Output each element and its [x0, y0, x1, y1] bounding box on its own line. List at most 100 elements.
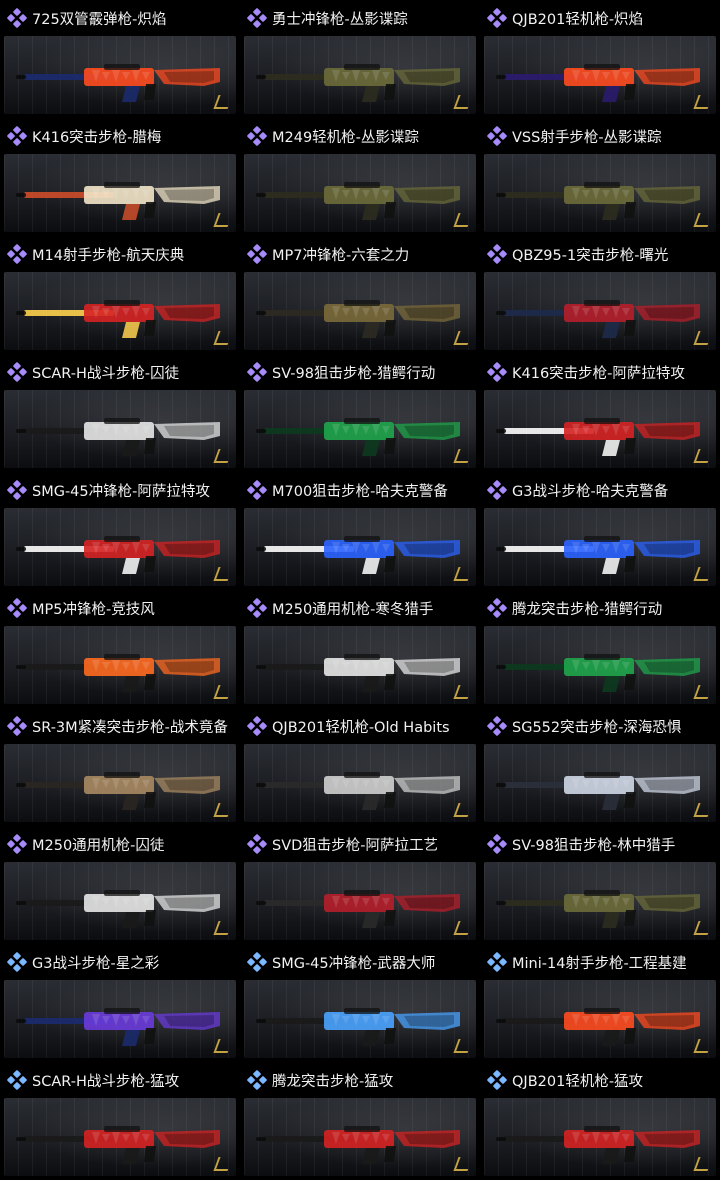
weapon-skin-card[interactable]: SV-98狙击步枪-猎鳄行动	[240, 354, 480, 472]
card-title-row: M249轻机枪-丛影谍踪	[244, 118, 476, 154]
weapon-skin-card[interactable]: G3战斗步枪-哈夫克警备	[480, 472, 720, 590]
weapon-render	[14, 1116, 226, 1166]
weapon-skin-card[interactable]: SMG-45冲锋枪-武器大师	[240, 944, 480, 1062]
weapon-preview	[244, 154, 476, 232]
weapon-skin-card[interactable]: 腾龙突击步枪-猛攻	[240, 1062, 480, 1180]
purple-rarity-icon	[6, 125, 28, 147]
weapon-skin-card[interactable]: SV-98狙击步枪-林中猎手	[480, 826, 720, 944]
weapon-icon	[256, 772, 460, 810]
weapon-skin-card[interactable]: 725双管霰弹枪-炽焰	[0, 0, 240, 118]
weapon-skin-card[interactable]: Mini-14射手步枪-工程基建	[480, 944, 720, 1062]
weapon-skin-card[interactable]: M700狙击步枪-哈夫克警备	[240, 472, 480, 590]
weapon-render	[494, 526, 706, 576]
weapon-skin-name: QJB201轻机枪-猛攻	[512, 1073, 644, 1090]
purple-rarity-icon	[6, 479, 28, 501]
weapon-icon	[496, 300, 700, 338]
weapon-skin-name: MP7冲锋枪-六套之力	[272, 247, 410, 264]
weapon-preview	[484, 980, 716, 1058]
card-title-row: QJB201轻机枪-Old Habits	[244, 708, 476, 744]
purple-rarity-icon	[6, 361, 28, 383]
weapon-skin-card[interactable]: SCAR-H战斗步枪-猛攻	[0, 1062, 240, 1180]
weapon-skin-name: M700狙击步枪-哈夫克警备	[272, 483, 448, 500]
weapon-skin-card[interactable]: MP5冲锋枪-竞技风	[0, 590, 240, 708]
weapon-icon	[16, 64, 220, 102]
purple-rarity-icon	[6, 243, 28, 265]
weapon-icon	[256, 1008, 460, 1046]
purple-rarity-icon	[6, 7, 28, 29]
card-title-row: QJB201轻机枪-猛攻	[484, 1062, 716, 1098]
weapon-skin-card[interactable]: M249轻机枪-丛影谍踪	[240, 118, 480, 236]
card-title-row: SV-98狙击步枪-林中猎手	[484, 826, 716, 862]
weapon-skin-card[interactable]: K416突击步枪-腊梅	[0, 118, 240, 236]
weapon-skin-card[interactable]: K416突击步枪-阿萨拉特攻	[480, 354, 720, 472]
weapon-preview	[244, 390, 476, 468]
weapon-preview	[244, 862, 476, 940]
weapon-icon	[496, 182, 700, 220]
card-title-row: M700狙击步枪-哈夫克警备	[244, 472, 476, 508]
weapon-preview	[244, 272, 476, 350]
weapon-skin-name: SG552突击步枪-深海恐惧	[512, 719, 682, 736]
weapon-icon	[256, 64, 460, 102]
weapon-skin-name: SV-98狙击步枪-林中猎手	[512, 837, 676, 854]
weapon-preview	[244, 626, 476, 704]
weapon-skin-card[interactable]: QBZ95-1突击步枪-曙光	[480, 236, 720, 354]
purple-rarity-icon	[6, 597, 28, 619]
card-title-row: 勇士冲锋枪-丛影谍踪	[244, 0, 476, 36]
card-title-row: SCAR-H战斗步枪-囚徒	[4, 354, 236, 390]
card-title-row: M14射手步枪-航天庆典	[4, 236, 236, 272]
weapon-preview	[484, 390, 716, 468]
weapon-render	[254, 408, 466, 458]
weapon-skin-name: MP5冲锋枪-竞技风	[32, 601, 155, 618]
weapon-render	[254, 526, 466, 576]
weapon-icon	[256, 1126, 460, 1164]
weapon-render	[254, 880, 466, 930]
weapon-skin-card[interactable]: M250通用机枪-囚徒	[0, 826, 240, 944]
blue-rarity-icon	[246, 1069, 268, 1091]
card-title-row: G3战斗步枪-星之彩	[4, 944, 236, 980]
weapon-skin-name: G3战斗步枪-哈夫克警备	[512, 483, 669, 500]
weapon-skin-card[interactable]: SMG-45冲锋枪-阿萨拉特攻	[0, 472, 240, 590]
weapon-skin-card[interactable]: 勇士冲锋枪-丛影谍踪	[240, 0, 480, 118]
weapon-preview	[484, 1098, 716, 1176]
weapon-skin-name: M14射手步枪-航天庆典	[32, 247, 185, 264]
weapon-skin-card[interactable]: SVD狙击步枪-阿萨拉工艺	[240, 826, 480, 944]
weapon-skin-card[interactable]: MP7冲锋枪-六套之力	[240, 236, 480, 354]
weapon-skin-card[interactable]: QJB201轻机枪-Old Habits	[240, 708, 480, 826]
weapon-icon	[256, 418, 460, 456]
purple-rarity-icon	[486, 833, 508, 855]
weapon-render	[14, 762, 226, 812]
weapon-skin-name: SMG-45冲锋枪-阿萨拉特攻	[32, 483, 210, 500]
card-title-row: MP7冲锋枪-六套之力	[244, 236, 476, 272]
weapon-skin-card[interactable]: SCAR-H战斗步枪-囚徒	[0, 354, 240, 472]
weapon-skin-card[interactable]: VSS射手步枪-丛影谍踪	[480, 118, 720, 236]
purple-rarity-icon	[246, 479, 268, 501]
purple-rarity-icon	[246, 361, 268, 383]
weapon-preview	[4, 744, 236, 822]
weapon-render	[14, 290, 226, 340]
weapon-render	[494, 408, 706, 458]
weapon-skin-card[interactable]: 腾龙突击步枪-猎鳄行动	[480, 590, 720, 708]
weapon-skin-card[interactable]: SR-3M紧凑突击步枪-战术竟备	[0, 708, 240, 826]
weapon-skin-name: VSS射手步枪-丛影谍踪	[512, 129, 662, 146]
weapon-icon	[496, 654, 700, 692]
weapon-preview	[484, 272, 716, 350]
weapon-icon	[256, 654, 460, 692]
weapon-skin-card[interactable]: M250通用机枪-寒冬猎手	[240, 590, 480, 708]
weapon-skin-card[interactable]: G3战斗步枪-星之彩	[0, 944, 240, 1062]
weapon-skin-card[interactable]: QJB201轻机枪-炽焰	[480, 0, 720, 118]
card-title-row: SV-98狙击步枪-猎鳄行动	[244, 354, 476, 390]
weapon-render	[14, 408, 226, 458]
weapon-skin-name: K416突击步枪-腊梅	[32, 129, 162, 146]
weapon-preview	[244, 36, 476, 114]
weapon-icon	[16, 1126, 220, 1164]
card-title-row: SCAR-H战斗步枪-猛攻	[4, 1062, 236, 1098]
card-title-row: K416突击步枪-阿萨拉特攻	[484, 354, 716, 390]
weapon-skin-card[interactable]: M14射手步枪-航天庆典	[0, 236, 240, 354]
weapon-skin-name: QJB201轻机枪-炽焰	[512, 11, 644, 28]
weapon-render	[14, 644, 226, 694]
weapon-skin-card[interactable]: SG552突击步枪-深海恐惧	[480, 708, 720, 826]
weapon-skin-card[interactable]: QJB201轻机枪-猛攻	[480, 1062, 720, 1180]
card-title-row: SMG-45冲锋枪-武器大师	[244, 944, 476, 980]
weapon-skin-name: M250通用机枪-囚徒	[32, 837, 165, 854]
weapon-render	[254, 998, 466, 1048]
